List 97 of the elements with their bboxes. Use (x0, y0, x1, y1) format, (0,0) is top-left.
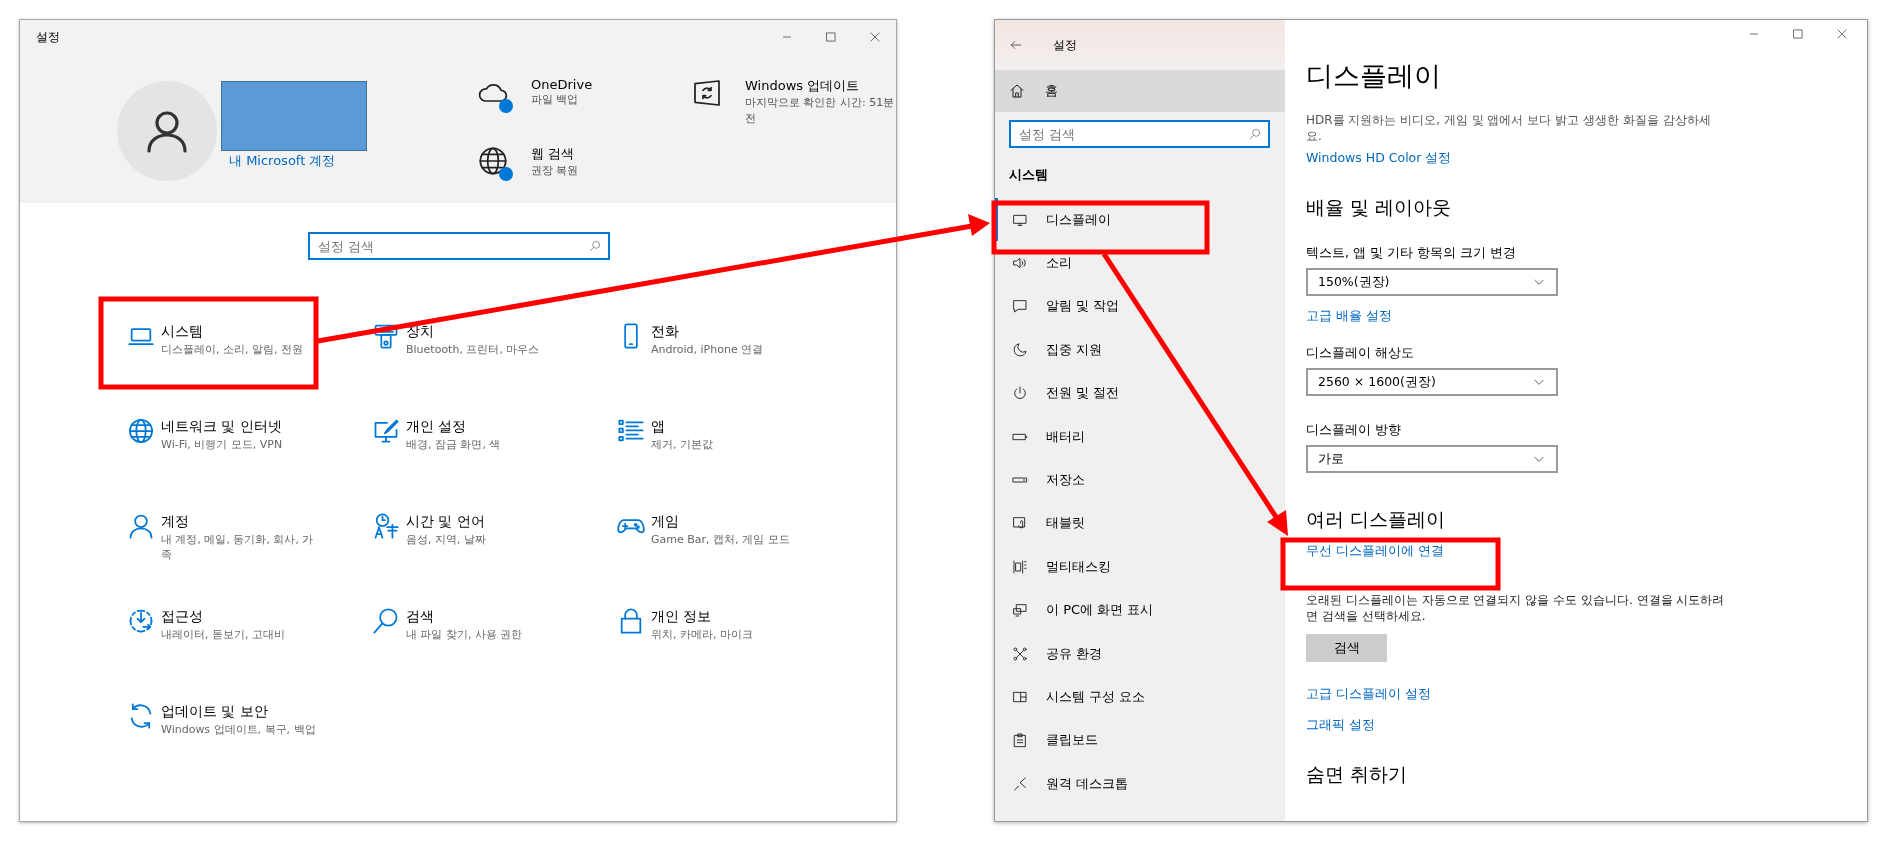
page-title: 디스플레이 (1306, 59, 1442, 93)
category-title[interactable]: 접근성 (161, 607, 321, 625)
description-text: 오래된 디스플레이는 자동으로 연결되지 않을 수도 있습니다. 연결을 시도하려면 검색을 선택하세요. (1306, 592, 1726, 624)
dropdown[interactable]: 가로 (1306, 445, 1558, 473)
nav-item[interactable]: 공유 환경 (995, 631, 1119, 676)
category-subtitle: Android, iPhone 연결 (651, 342, 765, 357)
section-heading: 배율 및 레이아웃 (1306, 195, 1453, 220)
quick-link-subtitle: 파일 백업 (531, 92, 580, 108)
maximize-icon (824, 30, 838, 44)
category-title[interactable]: 검색 (406, 607, 566, 625)
search-icon (372, 607, 400, 635)
nav-item[interactable]: 집중 지원 (995, 328, 1119, 372)
category-subtitle: Windows 업데이트, 복구, 백업 (161, 722, 317, 737)
account-link[interactable]: 내 Microsoft 계정 (229, 152, 367, 170)
nav-item[interactable]: 원격 데스크톱 (995, 762, 1145, 806)
category-subtitle: 내레이터, 돋보기, 고대비 (161, 627, 286, 642)
monitor-brush-icon (372, 417, 400, 445)
nav-item[interactable]: 알림 및 작업 (995, 284, 1136, 329)
settings-link[interactable]: 고급 디스플레이 설정 (1306, 686, 1431, 703)
keyboard-icon (372, 322, 400, 350)
settings-link[interactable]: 그래픽 설정 (1306, 717, 1375, 734)
person-icon (127, 512, 155, 540)
nav-item[interactable]: 이 PC에 화면 표시 (995, 588, 1170, 632)
section-heading: 여러 디스플레이 (1306, 507, 1447, 532)
maximize-icon (1791, 27, 1805, 41)
field-label: 디스플레이 방향 (1306, 422, 1402, 439)
category-subtitle: Bluetooth, 프린터, 마우스 (406, 342, 541, 357)
clock-language-icon (372, 512, 400, 540)
quick-link-subtitle: 마지막으로 확인한 시간: 51분 전 (745, 95, 895, 127)
power-icon (1012, 385, 1028, 402)
dashed-circle-icon (127, 607, 155, 635)
quick-link-title[interactable]: Windows 업데이트 (745, 77, 895, 95)
moon-icon (1012, 341, 1028, 358)
category-title[interactable]: 계정 (161, 512, 321, 530)
dropdown[interactable]: 150%(권장) (1306, 268, 1558, 296)
nav-item[interactable]: 디스플레이 (995, 198, 1127, 242)
components-icon (1012, 689, 1028, 705)
category-title[interactable]: 개인 설정 (406, 417, 566, 435)
update-window-icon (691, 77, 723, 109)
section-title: 시스템 (1009, 166, 1049, 184)
category-subtitle: 디스플레이, 소리, 알림, 전원 (161, 342, 304, 357)
remote-desktop-icon (1012, 775, 1028, 792)
nav-item[interactable]: 시스템 구성 요소 (995, 675, 1162, 719)
nav-item[interactable]: 배터리 (995, 414, 1101, 459)
quick-link-subtitle: 권장 복원 (531, 162, 580, 179)
search-icon (1248, 127, 1262, 141)
quick-link-title[interactable]: OneDrive (531, 77, 681, 92)
nav-item[interactable]: 저장소 (995, 458, 1101, 502)
quick-link-title[interactable]: 웹 검색 (531, 144, 681, 163)
back-arrow-icon (1009, 38, 1023, 52)
close-icon (1835, 27, 1849, 41)
category-subtitle: 위치, 카메라, 마이크 (651, 627, 754, 642)
category-title[interactable]: 전화 (651, 322, 811, 340)
field-label: 디스플레이 해상도 (1306, 345, 1415, 362)
nav-item[interactable]: 멀티태스킹 (995, 545, 1127, 589)
category-title[interactable]: 개인 정보 (651, 607, 811, 625)
nav-item[interactable]: 클립보드 (995, 718, 1114, 763)
category-title[interactable]: 시간 및 언어 (406, 512, 566, 530)
category-title[interactable]: 네트워크 및 인터넷 (161, 417, 321, 435)
project-screen-icon (1012, 602, 1028, 619)
category-title[interactable]: 업데이트 및 보안 (161, 702, 321, 720)
speech-bubble-icon (1012, 298, 1028, 315)
home-nav-item[interactable]: 홈 (995, 70, 1285, 112)
category-subtitle: Game Bar, 캡처, 게임 모드 (651, 532, 791, 547)
clipboard-icon (1012, 732, 1028, 749)
dropdown[interactable]: 2560 × 1600(권장) (1306, 368, 1558, 396)
category-title[interactable]: 게임 (651, 512, 811, 530)
settings-link[interactable]: 고급 배율 설정 (1306, 308, 1392, 325)
search-icon (588, 239, 602, 253)
window-title: 설정 (36, 28, 60, 46)
search-button[interactable]: 검색 (1306, 634, 1387, 662)
category-title[interactable]: 장치 (406, 322, 566, 340)
section-heading: 숨면 취하기 (1306, 762, 1409, 787)
globe-icon (477, 144, 509, 177)
home-icon (1009, 83, 1025, 99)
share-nodes-icon (1012, 645, 1028, 662)
globe-icon (127, 417, 155, 445)
category-subtitle: 내 계정, 메일, 동기화, 회사, 가족 (161, 532, 315, 562)
category-subtitle: 음성, 지역, 날짜 (406, 532, 487, 547)
category-subtitle: 제거, 기본값 (651, 437, 714, 452)
settings-link[interactable]: Windows HD Color 설정 (1306, 150, 1452, 167)
multitask-icon (1012, 558, 1028, 575)
close-icon (868, 30, 882, 44)
description-text: HDR를 지원하는 비디오, 게임 및 앱에서 보다 밝고 생생한 화질을 감상하세요. (1306, 112, 1712, 144)
search-field[interactable]: 설정 검색 (308, 232, 610, 260)
nav-item[interactable]: 소리 (995, 241, 1088, 285)
nav-item[interactable]: 태블릿 (995, 501, 1101, 546)
field-label: 텍스트, 앱 및 기타 항목의 크기 변경 (1306, 245, 1517, 262)
category-subtitle: 배경, 잠금 화면, 색 (406, 437, 502, 452)
window-title: 설정 (1053, 36, 1077, 54)
category-subtitle: 내 파일 찾기, 사용 권한 (406, 627, 524, 642)
category-subtitle: Wi-Fi, 비행기 모드, VPN (161, 437, 284, 452)
search-field[interactable]: 설정 검색 (1009, 120, 1270, 148)
category-title[interactable]: 시스템 (161, 322, 321, 340)
settings-link[interactable]: 무선 디스플레이에 연결 (1306, 543, 1444, 560)
nav-item[interactable]: 전원 및 절전 (995, 371, 1136, 415)
category-title[interactable]: 앱 (651, 417, 811, 435)
